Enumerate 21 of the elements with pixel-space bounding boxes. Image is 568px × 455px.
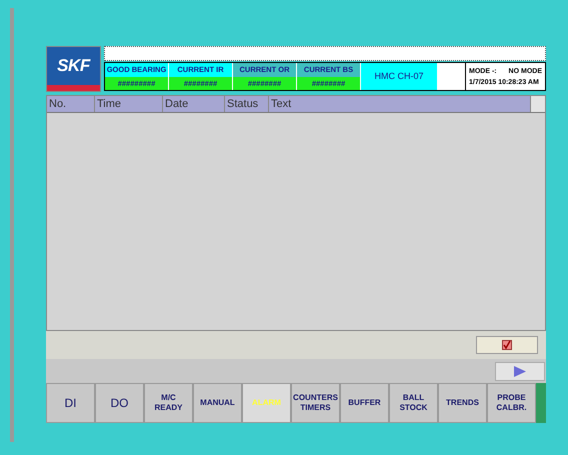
column-header: Time bbox=[95, 96, 163, 112]
acknowledge-button[interactable] bbox=[476, 336, 538, 354]
tab[interactable]: DI bbox=[46, 383, 95, 423]
tab[interactable]: DO bbox=[95, 383, 144, 423]
header-corner bbox=[531, 96, 545, 112]
column-header: Date bbox=[163, 96, 225, 112]
tab[interactable]: M/C READY bbox=[144, 383, 193, 423]
tab[interactable]: BUFFER bbox=[340, 383, 389, 423]
skf-logo: SKF bbox=[46, 46, 101, 92]
machine-label: HMC CH-07 bbox=[361, 63, 437, 90]
checkbox-icon bbox=[502, 340, 512, 350]
tab[interactable]: MANUAL bbox=[193, 383, 242, 423]
tab[interactable]: PROBE CALBR. bbox=[487, 383, 536, 423]
play-icon bbox=[514, 366, 526, 376]
column-header: Status bbox=[225, 96, 269, 112]
next-button[interactable] bbox=[495, 362, 545, 380]
tab[interactable]: BALL STOCK bbox=[389, 383, 438, 423]
tab[interactable]: COUNTERS TIMERS bbox=[291, 383, 340, 423]
column-header: No. bbox=[47, 96, 95, 112]
status-strip bbox=[536, 383, 546, 423]
tab[interactable]: TRENDS bbox=[438, 383, 487, 423]
